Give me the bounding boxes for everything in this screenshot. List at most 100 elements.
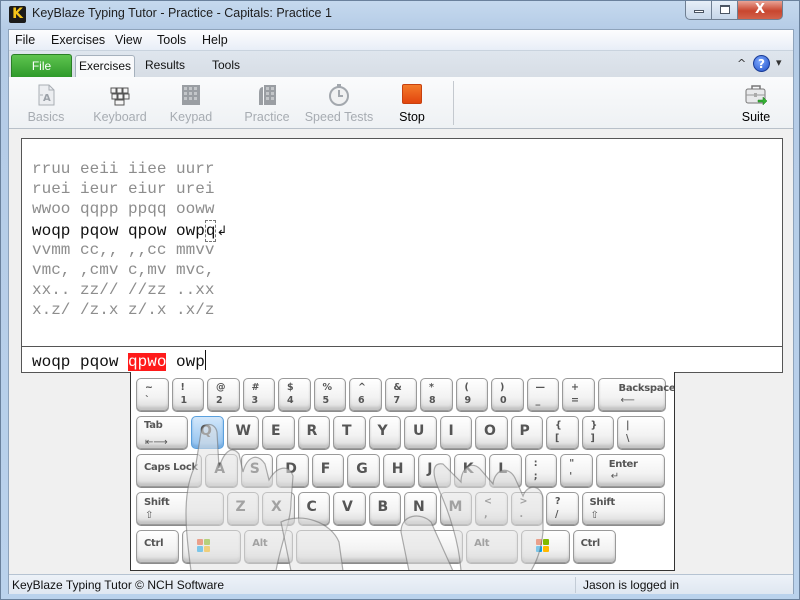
minimize-icon	[694, 10, 704, 13]
key-base-label: [	[555, 433, 560, 444]
key-label: Alt	[474, 538, 490, 549]
tab-results[interactable]: Results	[139, 55, 191, 77]
key-label: J	[427, 461, 433, 477]
exercise-line: wwoo qqpp ppqq ooww	[32, 200, 215, 219]
key-label: E	[271, 423, 281, 439]
ribbon-file-tab[interactable]: File	[11, 54, 72, 77]
menu-view[interactable]: View	[115, 33, 142, 47]
svg-text:A: A	[43, 93, 51, 104]
text-caret	[204, 350, 206, 370]
key-base-label: ,	[484, 509, 488, 520]
collapse-ribbon-icon[interactable]: ^	[737, 57, 746, 70]
key-tab: Tab ⇤⟶	[136, 416, 189, 449]
key-label: F	[320, 461, 331, 477]
key-base-label: 4	[287, 395, 294, 406]
ribbon-toolbar: A Basics Keyboard Keypad Practice Speed …	[9, 77, 793, 129]
key-label: C	[306, 499, 317, 515]
menu-tools[interactable]: Tools	[157, 33, 186, 47]
key-label: Z	[235, 499, 246, 515]
stop-button[interactable]: Stop	[389, 77, 435, 129]
key-base-label: \	[626, 433, 630, 444]
key-base-label: 8	[429, 395, 436, 406]
key-b: B	[368, 492, 402, 525]
key-label: S	[249, 461, 260, 477]
key-label: L	[498, 461, 508, 477]
maximize-button[interactable]	[711, 1, 738, 20]
key-label: P	[519, 423, 530, 439]
close-button[interactable]: X	[737, 1, 783, 20]
key-shift-label: }	[590, 420, 598, 431]
tab-arrow-icon: ⇤⟶	[145, 437, 168, 448]
key-base-label: '	[569, 471, 573, 482]
key-base-label: _	[535, 395, 541, 406]
key-shift-label: @	[216, 382, 226, 393]
window-title: KeyBlaze Typing Tutor - Practice - Capit…	[32, 6, 332, 20]
key-sym61: + =	[562, 378, 595, 411]
help-dropdown-icon[interactable]: ▾	[776, 56, 782, 69]
key-base-label: 9	[464, 395, 472, 406]
key-1: ! 1	[171, 378, 204, 411]
key-base-label: /	[555, 509, 559, 520]
key-i: I	[439, 416, 473, 449]
menu-exercises[interactable]: Exercises	[51, 33, 105, 47]
key-f: F	[311, 454, 345, 487]
key-shift-label: +	[571, 382, 579, 393]
basics-button[interactable]: A Basics	[19, 77, 73, 129]
typed-text: woqp pqow qpwo owp	[32, 350, 206, 371]
key-2: @2	[207, 378, 240, 411]
key-p: P	[510, 416, 544, 449]
key-label: Tab	[144, 420, 163, 431]
keyboard-button[interactable]: Keyboard	[87, 77, 153, 129]
key-backspace: Backspace ⟵	[597, 378, 674, 411]
key-0: ) 0	[491, 378, 524, 411]
key-caps-lock: Caps Lock	[136, 454, 203, 487]
key-c: C	[297, 492, 331, 525]
typing-input-panel[interactable]: woqp pqow qpwo owp	[21, 346, 783, 373]
keyblaze-app-icon[interactable]: K	[9, 6, 26, 23]
key-label: Caps Lock	[144, 462, 198, 473]
menu-help[interactable]: Help	[202, 33, 228, 47]
exercise-line-current: woqp pqow qpow owpq↲	[32, 219, 227, 242]
help-icon[interactable]: ?	[753, 55, 770, 72]
stopwatch-icon	[329, 84, 349, 106]
key-windows	[521, 530, 570, 563]
key-label: U	[413, 423, 425, 439]
key-label: Backspace	[618, 383, 675, 394]
keypad-label: Keypad	[169, 110, 213, 124]
key-base-label: 1	[180, 395, 188, 406]
key-shift-label: ?	[555, 496, 561, 507]
key-sym44: <,	[475, 492, 508, 525]
tab-tools[interactable]: Tools	[205, 55, 247, 77]
key-alt: Alt	[244, 530, 293, 563]
key-a: A	[205, 454, 238, 487]
key-base-label: .	[519, 509, 524, 520]
key-9: (9	[455, 378, 488, 411]
key-label: D	[285, 461, 297, 477]
keypad-button[interactable]: Keypad	[161, 77, 221, 129]
enter-arrow-icon: ↵	[610, 471, 620, 482]
key-shift: Shift ⇧	[581, 492, 666, 525]
current-line-text: woqp pqow qpow owp	[32, 221, 205, 240]
key-sym91: {[	[546, 416, 579, 449]
tab-exercises[interactable]: Exercises	[75, 55, 135, 77]
key-alt: Alt	[466, 530, 519, 563]
keyboard-icon	[110, 87, 130, 106]
key-label: B	[377, 499, 389, 515]
minimize-button[interactable]	[685, 1, 712, 20]
key-label: H	[391, 461, 404, 477]
ribbon-tab-row: File Exercises Results Tools ^ ? ▾	[9, 51, 793, 77]
client-area: File Exercises View Tools Help File Exer…	[8, 29, 794, 594]
speed-tests-label: Speed Tests	[304, 110, 374, 124]
key-5: % 5	[313, 378, 346, 411]
practice-button[interactable]: Practice	[237, 77, 297, 129]
title-bar[interactable]: K KeyBlaze Typing Tutor - Practice - Cap…	[1, 1, 800, 29]
exercise-line: x.z/ /z.x z/.x .x/z	[32, 301, 215, 320]
suite-button[interactable]: Suite	[733, 77, 779, 129]
speed-tests-button[interactable]: Speed Tests	[303, 77, 375, 129]
key-label: T	[342, 423, 352, 439]
key-shift-label: "	[569, 458, 575, 469]
shift-arrow-icon: ⇧	[590, 510, 599, 521]
menu-bar: File Exercises View Tools Help	[9, 30, 793, 51]
menu-file[interactable]: File	[15, 33, 35, 47]
key-g: G	[347, 454, 380, 487]
